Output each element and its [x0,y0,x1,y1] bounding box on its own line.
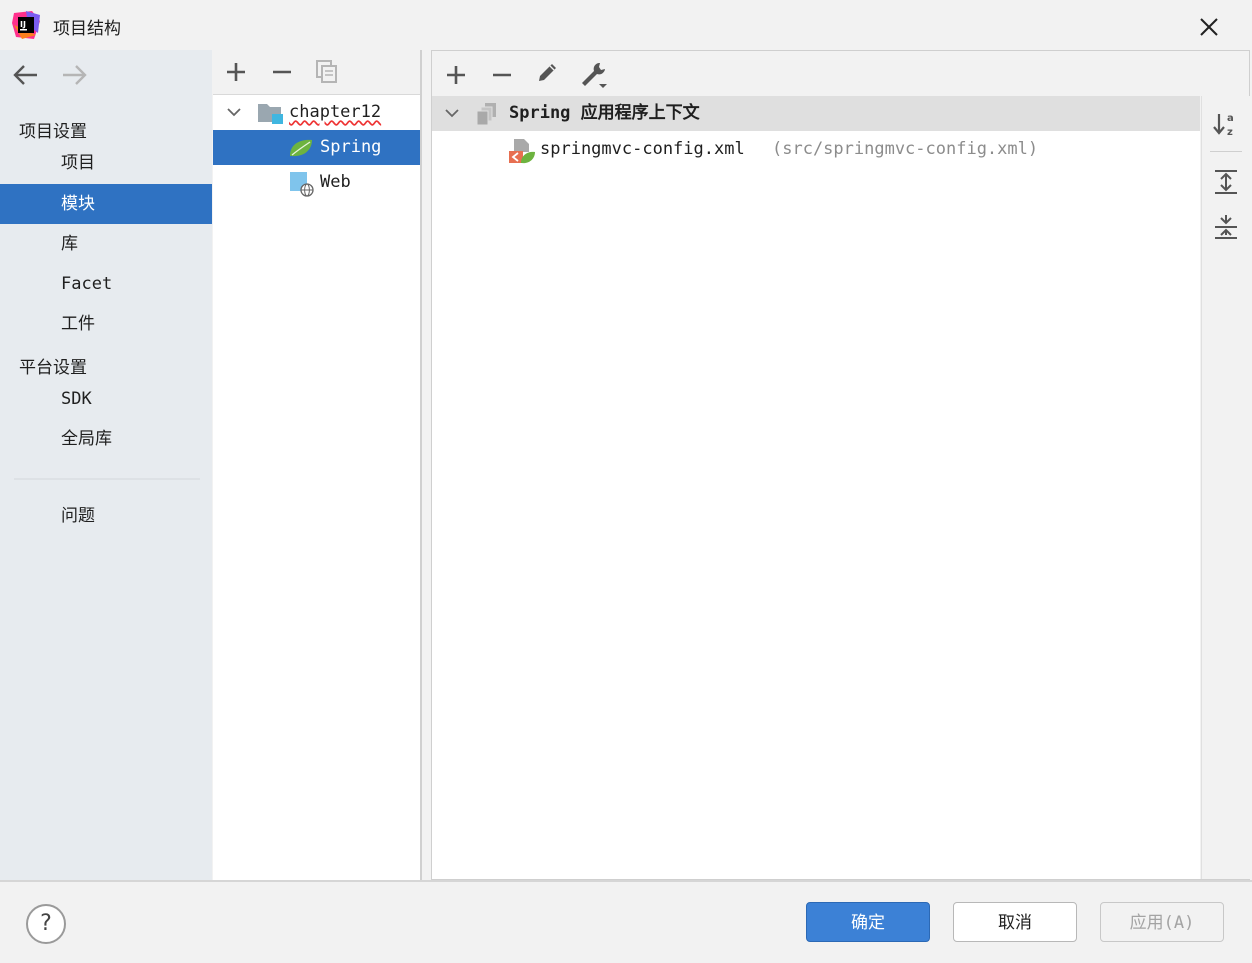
sidebar-item-global-libraries[interactable]: 全局库 [0,419,212,459]
add-icon[interactable] [223,59,249,85]
cancel-button[interactable]: 取消 [953,902,1077,942]
tree-row-config-file[interactable]: springmvc-config.xml (src/springmvc-conf… [432,132,1200,167]
web-facet-icon [290,172,314,197]
sidebar-item-project[interactable]: 项目 [0,143,212,183]
tree-row-module[interactable]: chapter12 [213,95,420,130]
svg-text:a: a [1227,113,1234,124]
spring-toolbar [432,51,1249,95]
wrench-settings-icon[interactable] [579,60,611,90]
sidebar-item-modules[interactable]: 模块 [0,184,212,224]
panel-splitter[interactable] [420,50,431,880]
sidebar-item-artifacts[interactable]: 工件 [0,304,212,344]
tree-side-toolbar: a z [1201,96,1250,879]
facet-spring-label: Spring [320,137,382,157]
remove-icon[interactable] [269,59,295,85]
collapse-all-icon[interactable] [1212,213,1240,241]
dialog-button-bar: ? 确定 取消 应用(A) [0,880,1252,963]
sort-alphabetically-icon[interactable]: a z [1212,110,1240,138]
side-toolbar-divider [1210,151,1242,152]
module-name: chapter12 [289,102,382,122]
remove-icon[interactable] [489,62,515,88]
config-file-name: springmvc-config.xml [540,139,745,159]
application-context-label: Spring 应用程序上下文 [509,103,700,123]
facet-web-label: Web [320,172,351,192]
sidebar-item-problems[interactable]: 问题 [0,496,212,536]
arrow-left-icon[interactable] [11,62,41,88]
splitter-line [420,50,422,880]
tree-row-web[interactable]: Web [213,165,420,200]
sidebar-item-sdks[interactable]: SDK [0,379,212,419]
spring-facet-panel: Spring 应用程序上下文 springmvc-config.xml (src… [431,50,1250,880]
title-bar: IJ 项目结构 [0,0,1252,50]
tree-row-application-context[interactable]: Spring 应用程序上下文 [432,96,1200,131]
sidebar-item-libraries[interactable]: 库 [0,224,212,264]
close-icon[interactable] [1194,12,1224,42]
svg-text:z: z [1227,127,1233,138]
module-toolbar [213,50,420,95]
sidebar-item-facets[interactable]: Facet [0,264,212,304]
fileset-icon [476,103,496,126]
help-button[interactable]: ? [26,904,66,944]
expand-all-icon[interactable] [1212,168,1240,196]
apply-button[interactable]: 应用(A) [1100,902,1224,942]
arrow-right-icon[interactable] [59,62,89,88]
spring-xml-file-icon [509,139,535,164]
spring-context-tree: Spring 应用程序上下文 springmvc-config.xml (src… [432,96,1200,879]
module-folder-icon [258,104,283,124]
edit-pencil-icon[interactable] [534,60,560,86]
chevron-down-icon[interactable] [444,105,460,121]
svg-text:IJ: IJ [20,20,26,29]
chevron-down-icon[interactable] [226,104,242,120]
tree-row-spring[interactable]: Spring [213,130,420,165]
add-icon[interactable] [443,62,469,88]
sidebar-divider [14,478,200,480]
window-title: 项目结构 [53,19,121,39]
module-tree-panel: chapter12 Spring Web [213,50,420,880]
group-platform-settings: 平台设置 [19,358,87,378]
copy-icon[interactable] [314,58,340,84]
intellij-idea-icon: IJ [12,11,40,39]
group-project-settings: 项目设置 [19,122,87,142]
ok-button[interactable]: 确定 [806,902,930,942]
settings-sidebar: 项目设置 项目 模块 库 Facet 工件 平台设置 SDK 全局库 问题 [0,50,212,880]
spring-leaf-icon [290,139,312,157]
config-file-path: (src/springmvc-config.xml) [772,139,1039,159]
